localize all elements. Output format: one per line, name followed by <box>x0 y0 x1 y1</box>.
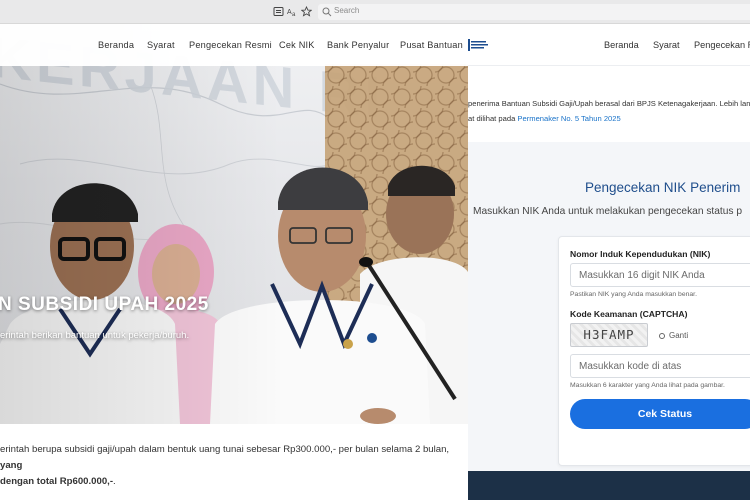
refresh-captcha-button[interactable]: Ganti <box>659 331 688 340</box>
footer-band <box>468 471 750 500</box>
nik-input[interactable] <box>570 263 750 287</box>
refresh-label: Ganti <box>669 331 689 340</box>
left-page: KERJAAN RI <box>0 24 468 500</box>
permenaker-link[interactable]: Permenaker No. 5 Tahun 2025 <box>517 114 620 123</box>
nav-pusat-bantuan[interactable]: Pusat Bantuan <box>400 40 463 50</box>
form-subtitle: Masukkan NIK Anda untuk melakukan pengec… <box>473 206 743 217</box>
notice-line-1: penerima Bantuan Subsidi Gaji/Upah beras… <box>468 99 750 108</box>
right-page: Beranda Syarat Pengecekan R penerima Ban… <box>468 24 750 500</box>
reader-view-icon[interactable] <box>273 6 284 17</box>
intro-paragraph: erintah berupa subsidi gaji/upah dalam b… <box>0 442 460 490</box>
browser-toolbar: Aa Search <box>0 0 750 24</box>
nav-syarat[interactable]: Syarat <box>147 40 175 50</box>
captcha-image: H3FAMP <box>570 323 648 347</box>
right-nav-syarat[interactable]: Syarat <box>653 40 680 50</box>
search-icon <box>322 7 332 17</box>
captcha-hint: Masukkan 6 karakter yang Anda lihat pada… <box>570 382 725 389</box>
right-nav-beranda[interactable]: Beranda <box>604 40 639 50</box>
hero-overlay <box>0 24 468 424</box>
nik-check-form: Nomor Induk Kependudukan (NIK) Pastikan … <box>558 236 750 466</box>
intro-end: . <box>113 476 116 487</box>
nik-hint: Pastikan NIK yang Anda masukkan benar. <box>570 291 697 298</box>
right-nav-pengecekan[interactable]: Pengecekan R <box>694 40 750 50</box>
notice-line-2: at dilihat pada <box>468 114 516 123</box>
captcha-input[interactable] <box>570 354 750 378</box>
refresh-icon <box>659 332 665 339</box>
ministry-logo-icon[interactable] <box>468 37 490 53</box>
notice-text: penerima Bantuan Subsidi Gaji/Upah beras… <box>468 96 750 126</box>
hero-banner: KERJAAN RI <box>0 24 468 424</box>
screenshot-root: Aa Search KERJAAN RI <box>0 0 750 500</box>
nav-pengecekan-resmi[interactable]: Pengecekan Resmi <box>189 40 272 50</box>
nav-beranda[interactable]: Beranda <box>98 40 134 50</box>
hero-title: N SUBSIDI UPAH 2025 <box>0 294 209 315</box>
nav-cek-nik[interactable]: Cek NIK <box>279 40 315 50</box>
nik-label: Nomor Induk Kependudukan (NIK) <box>570 249 711 259</box>
bookmark-star-icon[interactable] <box>301 6 312 17</box>
nav-bank-penyalur[interactable]: Bank Penyalur <box>327 40 389 50</box>
notice-box: penerima Bantuan Subsidi Gaji/Upah beras… <box>468 66 750 142</box>
intro-text: erintah berupa subsidi gaji/upah dalam b… <box>0 444 450 455</box>
search-bar[interactable]: Search <box>318 4 750 20</box>
search-placeholder: Search <box>334 6 360 15</box>
main-nav: Beranda Syarat Pengecekan Resmi Cek NIK … <box>0 24 468 66</box>
hero-subtitle: erintah berikan bantuan untuk pekerja/bu… <box>0 330 190 341</box>
translate-icon[interactable]: Aa <box>287 6 298 17</box>
intro-bold-2: dengan total Rp600.000,- <box>0 476 114 487</box>
form-title: Pengecekan NIK Penerim <box>585 180 741 195</box>
svg-text:a: a <box>292 12 296 17</box>
captcha-label: Kode Keamanan (CAPTCHA) <box>570 309 688 319</box>
intro-bold-1: yang <box>0 460 23 471</box>
right-nav: Beranda Syarat Pengecekan R <box>468 24 750 66</box>
cek-status-button[interactable]: Cek Status <box>570 399 750 429</box>
